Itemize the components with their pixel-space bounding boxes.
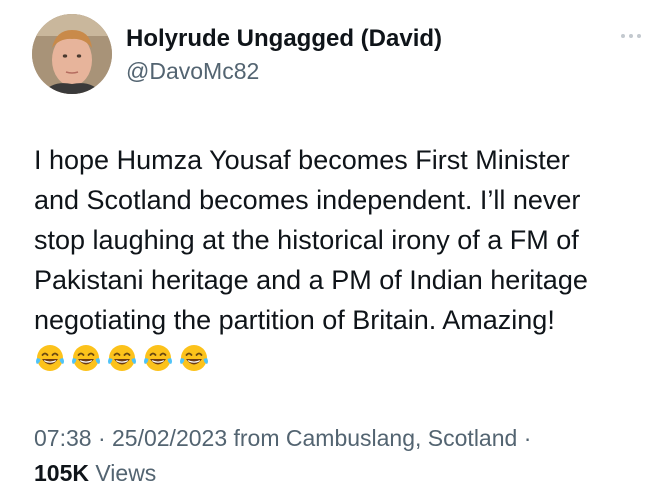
- tweet-text-line: Pakistani heritage and a PM of Indian he…: [34, 265, 588, 295]
- views-label: Views: [95, 460, 157, 486]
- views-count: 105K: [34, 460, 89, 486]
- display-name[interactable]: Holyrude Ungagged (David): [126, 24, 442, 54]
- user-info: Holyrude Ungagged (David) @DavoMc82: [126, 24, 442, 86]
- tweet-text: I hope Humza Yousaf becomes First Minist…: [34, 140, 654, 340]
- tweet-text-line: I hope Humza Yousaf becomes First Minist…: [34, 145, 570, 175]
- user-handle[interactable]: @DavoMc82: [126, 56, 442, 86]
- tweet-text-line: and Scotland becomes independent. I’ll n…: [34, 185, 581, 215]
- tweet-timestamp-location[interactable]: 07:38 · 25/02/2023 from Cambuslang, Scot…: [34, 423, 531, 453]
- emoji-row: [34, 342, 210, 374]
- tweet-views[interactable]: 105K Views: [34, 458, 156, 488]
- face-with-tears-of-joy-icon: [180, 345, 208, 371]
- more-horizontal-icon[interactable]: [616, 30, 646, 42]
- avatar[interactable]: [32, 14, 112, 94]
- face-with-tears-of-joy-icon: [72, 345, 100, 371]
- face-with-tears-of-joy-icon: [108, 345, 136, 371]
- tweet-text-line: stop laughing at the historical irony of…: [34, 225, 579, 255]
- tweet-text-line: negotiating the partition of Britain. Am…: [34, 305, 555, 335]
- face-with-tears-of-joy-icon: [36, 345, 64, 371]
- face-with-tears-of-joy-icon: [144, 345, 172, 371]
- tweet-card: Holyrude Ungagged (David) @DavoMc82 I ho…: [0, 0, 670, 500]
